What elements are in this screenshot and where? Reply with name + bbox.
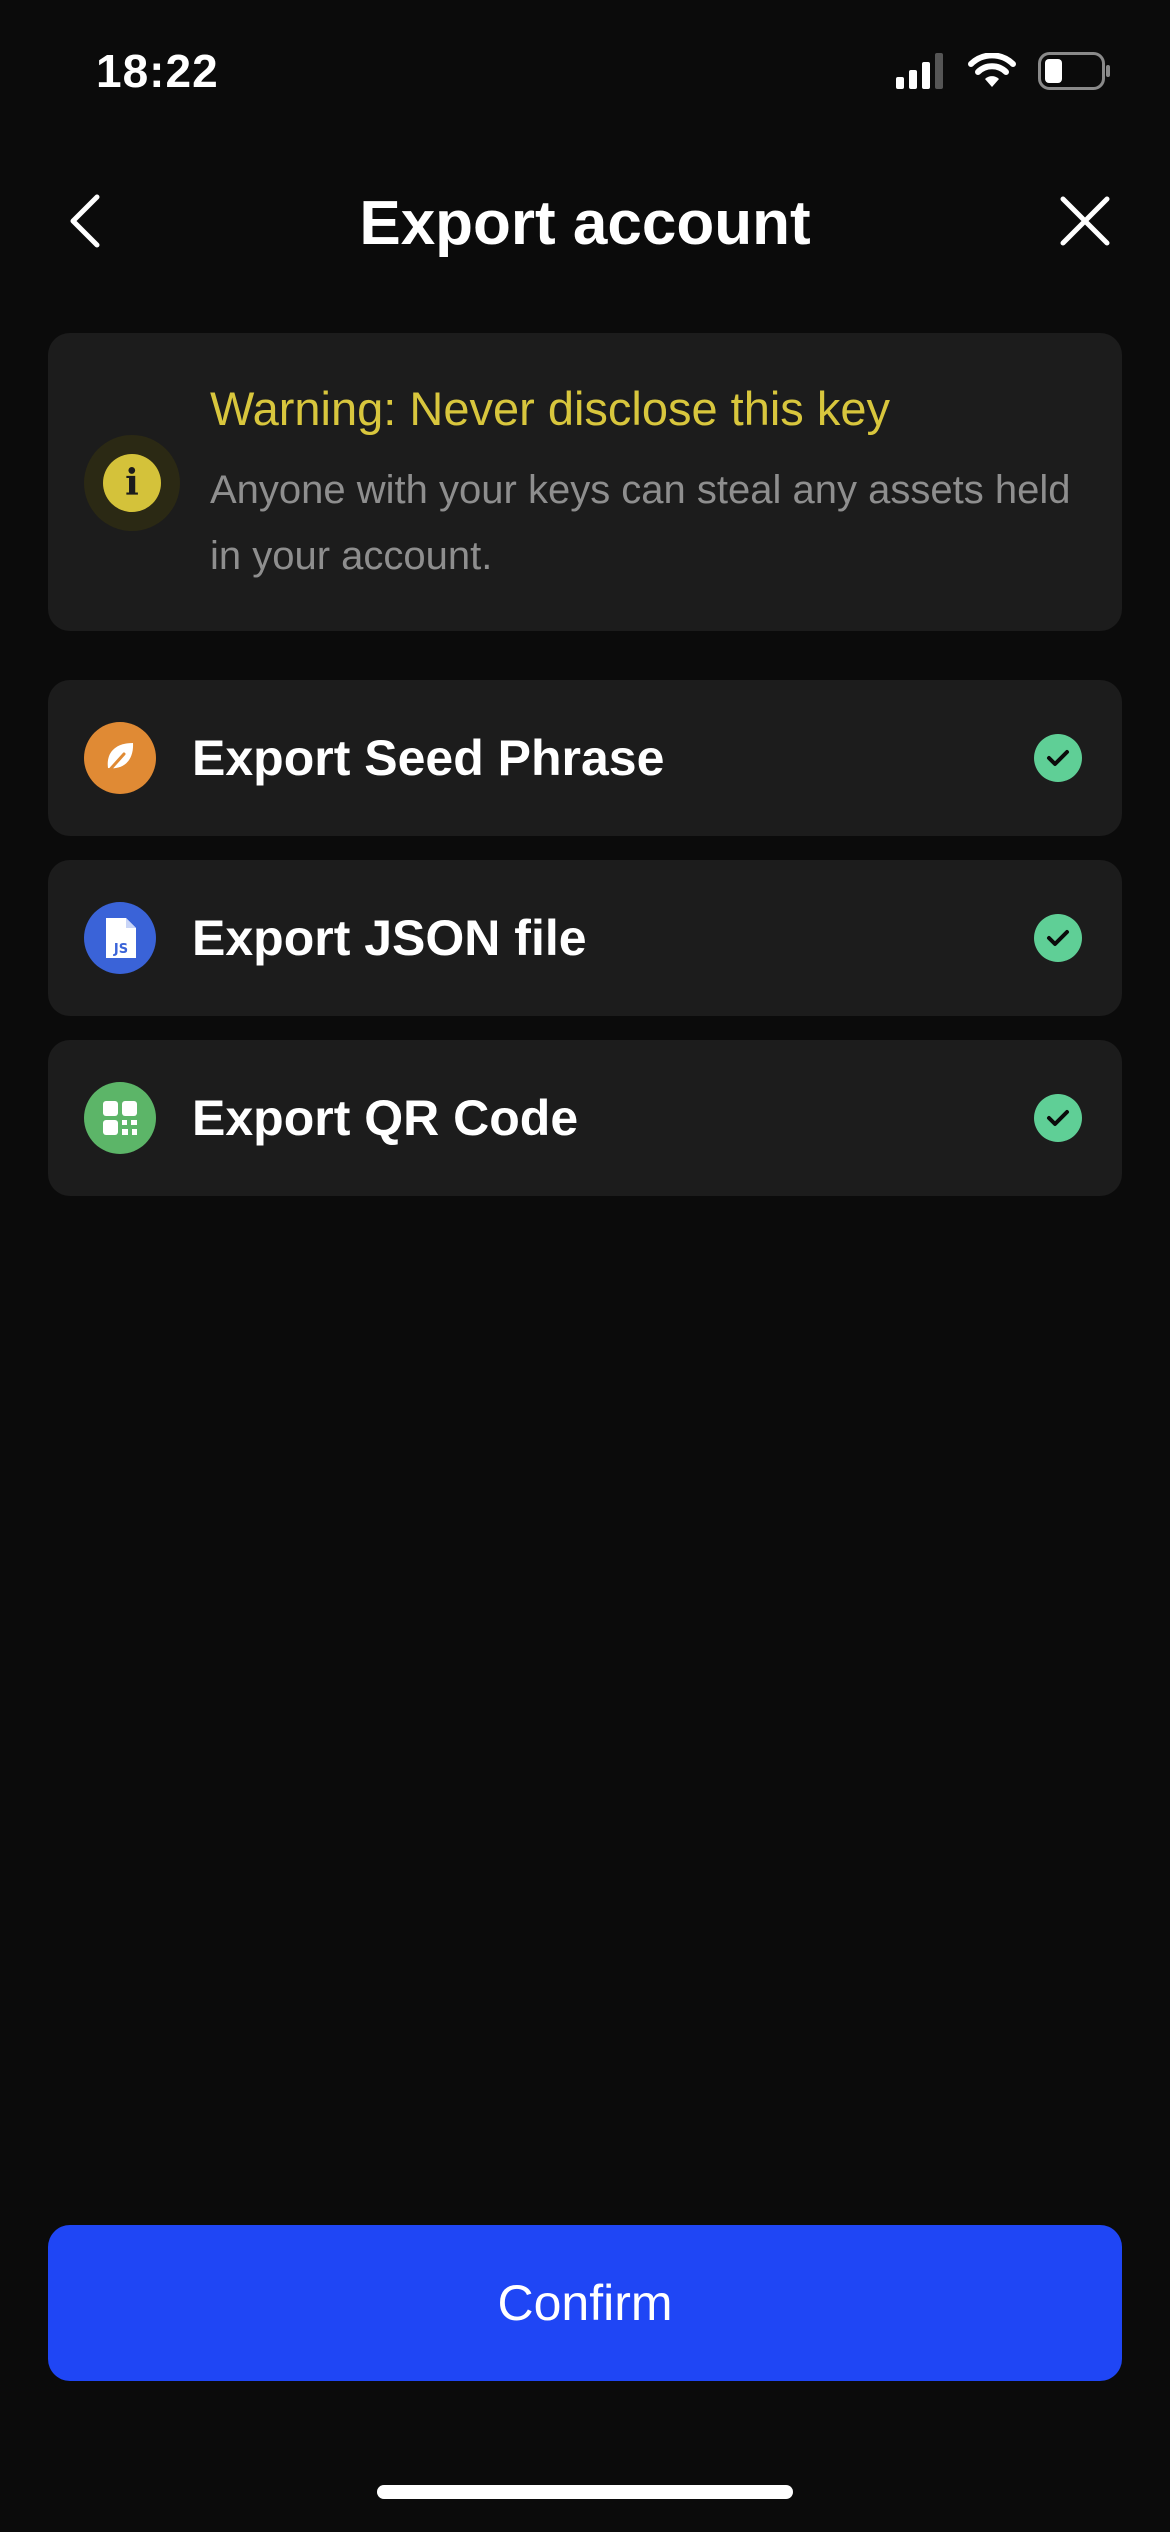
option-export-qr-code[interactable]: Export QR Code bbox=[48, 1040, 1122, 1196]
option-label: Export QR Code bbox=[192, 1090, 579, 1146]
option-export-json-file[interactable]: JS Export JSON file bbox=[48, 860, 1122, 1016]
qr-code-icon bbox=[84, 1082, 156, 1154]
close-icon bbox=[1059, 195, 1111, 252]
battery-icon bbox=[1038, 52, 1112, 90]
header: Export account bbox=[0, 170, 1170, 280]
svg-text:JS: JS bbox=[113, 942, 128, 957]
close-button[interactable] bbox=[1050, 188, 1120, 258]
home-indicator[interactable] bbox=[377, 2485, 793, 2499]
status-icons bbox=[896, 52, 1112, 90]
check-circle-icon bbox=[1034, 914, 1082, 962]
signal-icon bbox=[896, 53, 946, 89]
status-bar: 18:22 bbox=[0, 0, 1170, 140]
info-icon: i bbox=[103, 454, 161, 512]
warning-icon-container: i bbox=[84, 435, 180, 531]
wifi-icon bbox=[968, 53, 1016, 89]
warning-card: i Warning: Never disclose this key Anyon… bbox=[48, 333, 1122, 631]
leaf-icon bbox=[84, 722, 156, 794]
option-label: Export JSON file bbox=[192, 910, 587, 966]
page-title: Export account bbox=[359, 189, 811, 258]
confirm-button[interactable]: Confirm bbox=[48, 2225, 1122, 2381]
check-circle-icon bbox=[1034, 1094, 1082, 1142]
option-export-seed-phrase[interactable]: Export Seed Phrase bbox=[48, 680, 1122, 836]
status-time: 18:22 bbox=[96, 45, 219, 97]
warning-title: Warning: Never disclose this key bbox=[210, 382, 891, 435]
warning-text: Anyone with your keys can steal any asse… bbox=[210, 468, 1071, 578]
json-file-icon: JS bbox=[84, 902, 156, 974]
check-circle-icon bbox=[1034, 734, 1082, 782]
option-label: Export Seed Phrase bbox=[192, 730, 665, 786]
